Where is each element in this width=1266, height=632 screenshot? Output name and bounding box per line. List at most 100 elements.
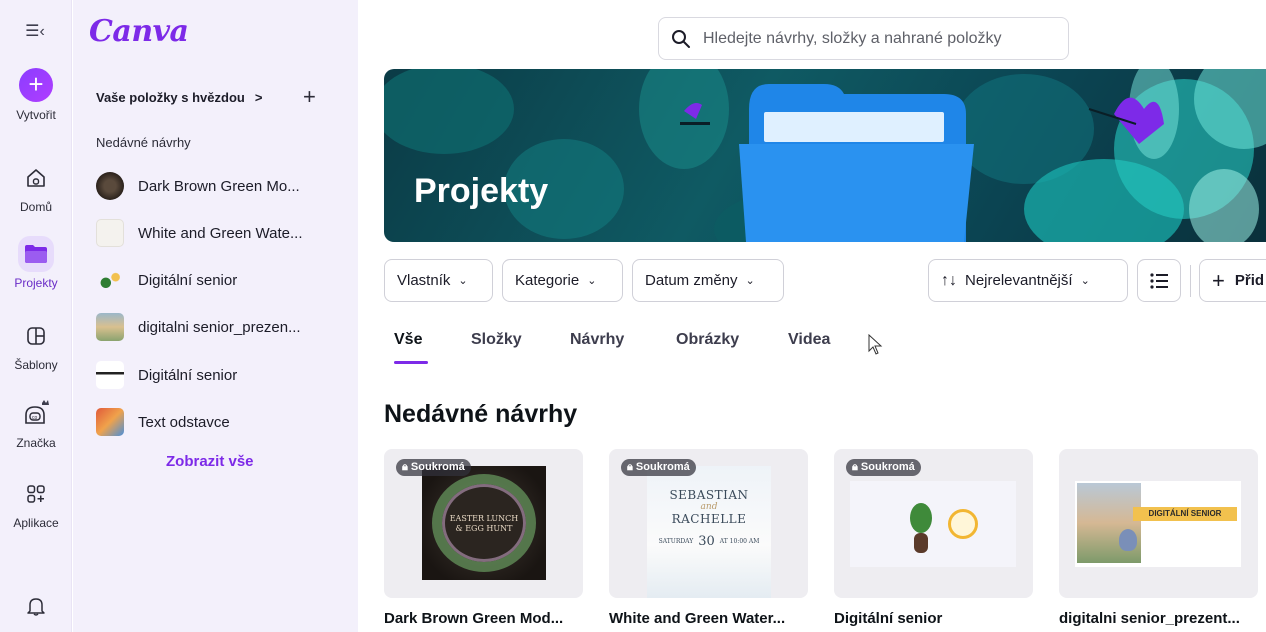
design-thumbnail: 🔒︎ Soukromá EASTER LUNCH & EGG HUNT	[384, 449, 583, 598]
sort-label: Nejrelevantnější	[965, 272, 1073, 289]
tab-all[interactable]: Vše	[394, 331, 422, 349]
lock-icon: 🔒︎	[627, 461, 633, 473]
list-view-icon	[1150, 272, 1168, 289]
rail-item-brand[interactable]: co Značka	[0, 396, 72, 450]
chevron-down-icon: ⌄	[745, 275, 755, 287]
left-rail: ☰‹ + Vytvořit Domů Projekty Šablony co Z…	[0, 0, 72, 632]
tab-images[interactable]: Obrázky	[676, 331, 739, 349]
add-starred-button[interactable]: +	[303, 84, 316, 110]
thumbnail-art: EASTER LUNCH & EGG HUNT	[422, 466, 546, 580]
app-window: ☰‹ + Vytvořit Domů Projekty Šablony co Z…	[0, 0, 1266, 632]
rail-item-projects[interactable]: Projekty	[0, 236, 72, 290]
date-modified-filter[interactable]: Datum změny ⌄	[632, 259, 784, 302]
chevron-down-icon: ⌄	[587, 275, 597, 287]
design-card[interactable]: 🔒︎ Soukromá SEBASTIAN and RACHELLE SATUR…	[609, 449, 808, 627]
plus-icon: +	[1212, 267, 1225, 293]
templates-icon	[18, 318, 54, 354]
thumb-text-line: SATURDAY	[658, 538, 694, 545]
recent-item[interactable]: Digitální senior	[96, 359, 356, 391]
add-new-button[interactable]: + Přid	[1199, 259, 1266, 302]
rail-item-label: Značka	[16, 436, 56, 450]
recent-item[interactable]: Digitální senior	[96, 264, 356, 296]
bell-icon	[18, 588, 54, 624]
starred-label: Vaše položky s hvězdou	[96, 90, 245, 105]
tab-videos[interactable]: Videa	[788, 331, 830, 349]
collapse-menu-icon[interactable]: ☰‹	[22, 22, 48, 42]
recent-item-name: Text odstavce	[138, 413, 230, 431]
badge-label: Soukromá	[635, 461, 690, 473]
add-new-label: Přid	[1234, 272, 1265, 289]
rail-item-label: Aplikace	[13, 516, 59, 530]
thumb-text-line: RACHELLE	[671, 512, 747, 526]
design-thumbnail	[96, 361, 124, 389]
side-panel: Canva Vaše položky s hvězdou > + Nedávné …	[73, 0, 358, 632]
design-thumbnail	[96, 172, 124, 200]
recent-item-name: Digitální senior	[138, 271, 238, 289]
thumbnail-art: DIGITÁLNÍ SENIOR	[1075, 481, 1241, 567]
private-badge: 🔒︎ Soukromá	[846, 459, 921, 476]
rail-item-templates[interactable]: Šablony	[0, 318, 72, 372]
thumb-text: EASTER LUNCH & EGG HUNT	[422, 514, 546, 534]
folder-icon	[18, 236, 54, 272]
date-filter-label: Datum změny	[645, 272, 738, 289]
tab-folders[interactable]: Složky	[471, 331, 522, 349]
design-name: Digitální senior	[834, 610, 943, 627]
sort-dropdown[interactable]: ↑↓ Nejrelevantnější ⌄	[928, 259, 1128, 302]
pot-illustration	[914, 533, 928, 553]
smiley-icon	[948, 509, 978, 539]
design-thumbnail	[96, 313, 124, 341]
lock-icon: 🔒︎	[402, 461, 408, 473]
recent-item[interactable]: Text odstavce	[96, 406, 356, 438]
lock-icon: 🔒︎	[852, 461, 858, 473]
brand-icon: co	[18, 396, 54, 432]
private-badge: 🔒︎ Soukromá	[396, 459, 471, 476]
recent-item-name: digitalni senior_prezen...	[138, 318, 301, 336]
apps-icon	[18, 476, 54, 512]
recent-item[interactable]: digitalni senior_prezen...	[96, 311, 356, 343]
recent-item[interactable]: White and Green Wate...	[96, 217, 356, 249]
tab-designs[interactable]: Návrhy	[570, 331, 624, 349]
canva-logo[interactable]: Canva	[89, 14, 189, 49]
design-thumbnail: 🔒︎ Soukromá	[834, 449, 1033, 598]
chevron-down-icon: ⌄	[458, 275, 468, 287]
recent-item-name: White and Green Wate...	[138, 224, 303, 242]
main-content: Hledejte návrhy, složky a nahrané položk…	[358, 0, 1266, 632]
design-card[interactable]: 🔒︎ Soukromá EASTER LUNCH & EGG HUNT Dark…	[384, 449, 583, 627]
recent-item-name: Dark Brown Green Mo...	[138, 177, 300, 195]
rail-item-create[interactable]: + Vytvořit	[0, 68, 72, 122]
svg-text:co: co	[32, 415, 38, 421]
recent-item[interactable]: Dark Brown Green Mo...	[96, 170, 356, 202]
home-icon	[18, 160, 54, 196]
design-card[interactable]: DIGITÁLNÍ SENIOR digitalni senior_prezen…	[1059, 449, 1258, 627]
rail-item-apps[interactable]: Aplikace	[0, 476, 72, 530]
rail-item-label: Domů	[19, 200, 52, 214]
recent-item-name: Digitální senior	[138, 366, 238, 384]
search-input[interactable]: Hledejte návrhy, složky a nahrané položk…	[658, 17, 1069, 60]
private-badge: 🔒︎ Soukromá	[621, 459, 696, 476]
design-name: Dark Brown Green Mod...	[384, 610, 564, 627]
thumb-text-line: 30	[698, 534, 715, 549]
chevron-right-icon: >	[254, 90, 263, 105]
category-filter[interactable]: Kategorie ⌄	[502, 259, 623, 302]
list-view-button[interactable]	[1137, 259, 1181, 302]
search-icon	[672, 29, 690, 48]
recent-designs-heading: Nedávné návrhy	[96, 135, 191, 150]
rail-item-home[interactable]: Domů	[0, 160, 72, 214]
page-title: Projekty	[414, 172, 549, 210]
rail-item-label: Projekty	[14, 276, 58, 290]
active-tab-indicator	[394, 361, 428, 364]
mouse-cursor-icon	[868, 334, 883, 355]
thumb-text-line: EASTER LUNCH	[449, 514, 519, 523]
chevron-down-icon: ⌄	[1080, 275, 1090, 287]
thumb-text-line: and	[700, 502, 718, 512]
owner-filter[interactable]: Vlastník ⌄	[384, 259, 493, 302]
thumb-text-line: & EGG HUNT	[455, 524, 513, 533]
recent-designs-title: Nedávné návrhy	[384, 400, 578, 428]
design-name: White and Green Water...	[609, 610, 786, 627]
notifications-button[interactable]	[0, 588, 72, 628]
thumb-text-line: SEBASTIAN	[669, 488, 749, 502]
starred-items-link[interactable]: Vaše položky s hvězdou >	[96, 90, 262, 105]
show-all-link[interactable]: Zobrazit vše	[166, 453, 254, 470]
title-banner: DIGITÁLNÍ SENIOR	[1133, 507, 1237, 521]
design-card[interactable]: 🔒︎ Soukromá Digitální senior	[834, 449, 1033, 627]
